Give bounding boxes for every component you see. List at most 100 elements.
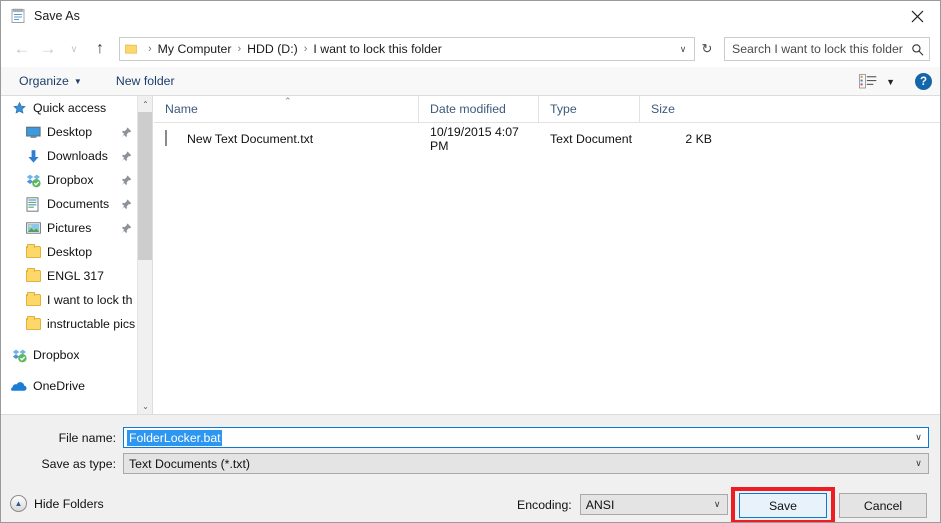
table-row[interactable]: New Text Document.txt 10/19/2015 4:07 PM… — [154, 125, 940, 153]
pin-icon[interactable] — [121, 223, 132, 234]
chevron-down-icon[interactable]: ∨ — [708, 495, 727, 514]
sidebar-item-label: Desktop — [47, 245, 93, 259]
scrollbar-thumb[interactable] — [138, 112, 152, 260]
file-list: Name ⌃ Date modified Type Size New Text … — [154, 96, 940, 414]
sidebar-item-instructable-pics[interactable]: instructable pics — [1, 312, 152, 336]
sidebar-item-pictures[interactable]: Pictures — [1, 216, 152, 240]
sidebar-item-label: Downloads — [47, 149, 108, 163]
chevron-down-icon[interactable]: ∨ — [909, 428, 928, 447]
chevron-up-circle-icon: ▲ — [10, 495, 27, 512]
column-header-size[interactable]: Size — [640, 96, 725, 122]
sidebar-item-i-want-to-lock-this-folder[interactable]: I want to lock th — [1, 288, 152, 312]
save-as-type-select[interactable]: Text Documents (*.txt) ∨ — [123, 453, 929, 474]
encoding-select[interactable]: ANSI ∨ — [579, 494, 728, 515]
sidebar-item-dropbox[interactable]: Dropbox — [1, 168, 152, 192]
new-folder-button[interactable]: New folder — [110, 67, 181, 96]
sidebar-item-label: Quick access — [33, 101, 107, 115]
folder-icon — [25, 244, 41, 260]
folder-icon — [25, 268, 41, 284]
file-name-row: File name: FolderLocker.bat ∨ — [1, 427, 929, 448]
hide-folders-button[interactable]: ▲ Hide Folders — [10, 495, 104, 512]
monitor-icon — [25, 124, 41, 140]
sort-ascending-icon: ⌃ — [284, 96, 292, 106]
download-icon — [25, 148, 41, 164]
forward-button[interactable]: → — [35, 36, 61, 62]
pin-icon[interactable] — [121, 175, 132, 186]
column-header-type[interactable]: Type — [539, 96, 640, 122]
scroll-up-icon[interactable]: ⌃ — [138, 96, 152, 112]
encoding-label: Encoding: — [517, 497, 572, 512]
dropbox-icon — [25, 172, 41, 188]
sidebar-item-label: Dropbox — [47, 173, 94, 187]
window-title: Save As — [34, 9, 80, 23]
save-as-type-value: Text Documents (*.txt) — [129, 456, 250, 471]
sidebar-item-label: Pictures — [47, 221, 92, 235]
folder-icon — [25, 292, 41, 308]
sidebar-item-desktop-folder[interactable]: Desktop — [1, 240, 152, 264]
organize-label: Organize — [19, 74, 69, 88]
pin-icon[interactable] — [121, 199, 132, 210]
view-list-icon[interactable] — [859, 74, 877, 89]
recent-locations-button[interactable]: ∨ — [61, 36, 87, 62]
refresh-icon[interactable]: ↻ — [696, 37, 718, 61]
sidebar-item-label: instructable pics — [47, 317, 136, 331]
star-icon — [11, 100, 27, 116]
dropbox-icon — [11, 347, 27, 363]
address-bar-row: ← → ∨ ↑ › My Computer › HDD (D:) › I wan… — [1, 31, 940, 67]
breadcrumb[interactable]: › My Computer › HDD (D:) › I want to loc… — [119, 37, 695, 61]
sidebar-item-label: ENGL 317 — [47, 269, 104, 283]
save-as-dialog: Save As ← → ∨ ↑ › My Computer › HDD (D:)… — [0, 0, 941, 523]
encoding-value: ANSI — [585, 497, 615, 512]
navigation-pane-scrollbar[interactable]: ⌃ ⌄ — [137, 96, 152, 414]
sidebar-item-dropbox-root[interactable]: Dropbox — [1, 343, 152, 367]
file-name-cell[interactable]: New Text Document.txt — [154, 130, 419, 147]
file-name-value[interactable]: FolderLocker.bat — [127, 429, 222, 446]
breadcrumb-item-hdd-d[interactable]: HDD (D:) — [247, 42, 298, 56]
file-name-input[interactable]: FolderLocker.bat ∨ — [123, 427, 929, 448]
cancel-button[interactable]: Cancel — [839, 493, 927, 518]
chevron-down-icon[interactable]: ▼ — [886, 77, 895, 87]
sidebar-item-documents[interactable]: Documents — [1, 192, 152, 216]
chevron-down-icon[interactable]: ∨ — [674, 38, 692, 60]
organize-button[interactable]: Organize ▼ — [13, 67, 88, 96]
sidebar-item-quick-access[interactable]: Quick access — [1, 96, 152, 120]
column-header-label: Name — [165, 102, 198, 116]
pin-icon[interactable] — [121, 151, 132, 162]
file-size-cell: 2 KB — [685, 132, 712, 146]
breadcrumb-item-i-want-to-lock-this-folder[interactable]: I want to lock this folder — [313, 42, 442, 56]
command-bar: Organize ▼ New folder ▼ ? — [1, 67, 940, 96]
pin-icon[interactable] — [121, 127, 132, 138]
file-date-cell: 10/19/2015 4:07 PM — [430, 125, 519, 153]
save-button[interactable]: Save — [739, 493, 827, 518]
dialog-body: Quick access Desktop Downloads Dropbox D… — [1, 96, 940, 414]
sidebar-item-label: OneDrive — [33, 379, 85, 393]
sidebar-item-label: I want to lock th — [47, 293, 133, 307]
breadcrumb-separator: › — [148, 43, 152, 55]
sidebar-item-onedrive[interactable]: OneDrive — [1, 374, 152, 398]
sidebar-item-engl-317[interactable]: ENGL 317 — [1, 264, 152, 288]
file-type-cell: Text Document — [550, 132, 633, 146]
navigation-pane: Quick access Desktop Downloads Dropbox D… — [1, 96, 153, 414]
column-header-date-modified[interactable]: Date modified — [419, 96, 539, 122]
help-icon[interactable]: ? — [915, 73, 932, 90]
close-button[interactable] — [894, 1, 940, 31]
folder-icon — [25, 316, 41, 332]
breadcrumb-separator: › — [303, 43, 308, 55]
onedrive-icon — [11, 378, 27, 394]
sidebar-item-downloads[interactable]: Downloads — [1, 144, 152, 168]
up-button[interactable]: ↑ — [87, 36, 113, 62]
breadcrumb-item-my-computer[interactable]: My Computer — [158, 42, 232, 56]
sidebar-item-label: Documents — [47, 197, 110, 211]
scroll-down-icon[interactable]: ⌄ — [138, 398, 152, 414]
column-header-row: Name ⌃ Date modified Type Size — [154, 96, 940, 123]
sidebar-item-desktop[interactable]: Desktop — [1, 120, 152, 144]
file-name-label: New Text Document.txt — [187, 132, 314, 146]
save-as-type-label: Save as type: — [41, 456, 116, 471]
search-box[interactable]: Search I want to lock this folder — [724, 37, 930, 61]
back-button[interactable]: ← — [9, 36, 35, 62]
column-header-name[interactable]: Name ⌃ — [154, 96, 419, 122]
chevron-down-icon[interactable]: ∨ — [909, 454, 928, 473]
text-document-icon — [165, 130, 179, 147]
encoding-group: Encoding: ANSI ∨ — [517, 494, 728, 515]
search-input[interactable]: Search I want to lock this folder — [732, 42, 909, 56]
